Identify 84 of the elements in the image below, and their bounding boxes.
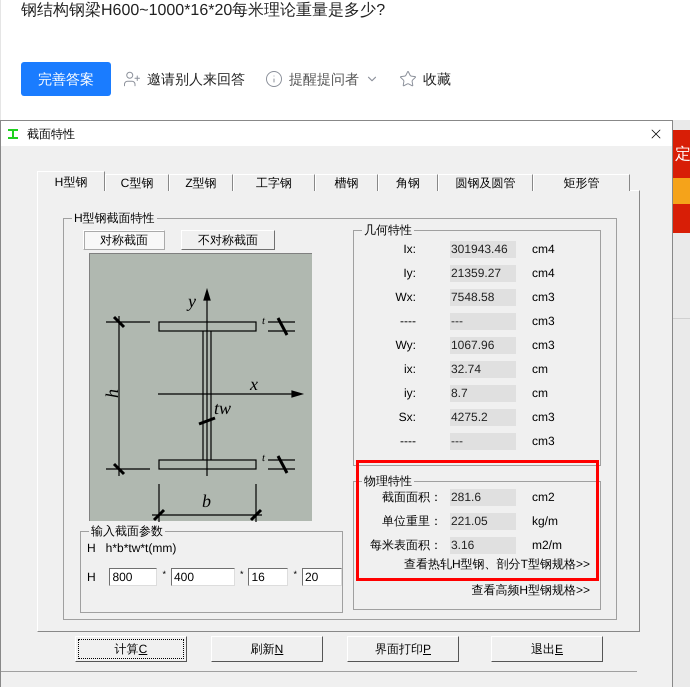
- answer-button[interactable]: 完善答案: [21, 62, 111, 96]
- spec-link[interactable]: 查看高频H型钢规格>>: [471, 581, 590, 599]
- property-unit: cm3: [532, 433, 555, 450]
- group-title: 输入截面参数: [89, 523, 165, 539]
- property-value: 4275.2: [450, 408, 516, 426]
- tab[interactable]: 工字钢: [233, 174, 315, 191]
- property-unit: cm3: [532, 313, 555, 330]
- dimension-input[interactable]: 400: [170, 568, 235, 586]
- tab[interactable]: C型钢: [105, 174, 169, 191]
- property-label: Wx:: [394, 289, 417, 306]
- tab[interactable]: 角钢: [378, 174, 438, 191]
- property-label: ----: [399, 433, 417, 450]
- property-unit: cm3: [532, 289, 555, 306]
- tab[interactable]: 槽钢: [315, 174, 378, 191]
- property-label: Sx:: [398, 409, 417, 426]
- height-label: h: [102, 389, 122, 398]
- tab[interactable]: Z型钢: [169, 174, 233, 191]
- property-label: Ix:: [402, 241, 417, 258]
- user-plus-icon: [123, 70, 141, 88]
- row-label: H: [87, 569, 97, 586]
- property-unit: cm: [532, 361, 548, 378]
- property-value: 301943.46: [450, 240, 516, 258]
- flange-thickness-label: t: [262, 452, 266, 464]
- dialog-button[interactable]: 界面打印P: [347, 636, 459, 662]
- times-sign: *: [240, 568, 244, 581]
- property-unit: cm2: [532, 489, 555, 506]
- tab[interactable]: H型钢: [37, 171, 105, 191]
- dialog-button[interactable]: 刷新N: [211, 636, 323, 662]
- tab[interactable]: 圆钢及圆管: [438, 174, 533, 191]
- star-icon: [399, 70, 417, 88]
- property-value: 1067.96: [450, 336, 516, 354]
- property-value: 8.7: [450, 384, 516, 402]
- section-mode-button[interactable]: 不对称截面: [181, 230, 275, 250]
- favorite-button[interactable]: 收藏: [399, 68, 451, 90]
- property-value: 7548.58: [450, 288, 516, 306]
- profile-prefix: H: [87, 540, 96, 557]
- property-label: Wy:: [394, 337, 417, 354]
- property-unit: m2/m: [532, 537, 562, 554]
- banner-text: 定: [674, 146, 690, 164]
- property-unit: cm: [532, 385, 548, 402]
- property-value: 3.16: [450, 536, 516, 554]
- property-value: 221.05: [450, 512, 516, 530]
- web-thickness-label: tw: [214, 398, 232, 418]
- dialog-button[interactable]: 退出 E: [491, 636, 603, 662]
- property-label: 单位重里：: [381, 513, 443, 530]
- format-hint: h*b*tw*t(mm): [106, 540, 176, 557]
- times-sign: *: [162, 568, 166, 581]
- dialog-button[interactable]: 计算C: [75, 636, 187, 662]
- property-value: ---: [450, 432, 516, 450]
- property-label: Iy:: [402, 265, 417, 282]
- property-unit: cm4: [532, 265, 555, 282]
- group-title: 几何特性: [362, 222, 414, 238]
- property-unit: cm3: [532, 409, 555, 426]
- flange-thickness-label: t: [262, 315, 266, 327]
- property-label: ----: [399, 313, 417, 330]
- remind-button[interactable]: 提醒提问者: [265, 68, 379, 90]
- dimension-input[interactable]: 800: [109, 568, 158, 586]
- property-value: 32.74: [450, 360, 516, 378]
- property-value: 21359.27: [450, 264, 516, 282]
- y-axis-label: y: [188, 291, 196, 311]
- group-title: 物理特性: [362, 473, 414, 489]
- section-mode-button[interactable]: 对称截面: [83, 230, 165, 250]
- question-title: 钢结构钢梁H600~1000*16*20每米理论重量是多少?: [21, 1, 386, 21]
- property-unit: cm4: [532, 241, 555, 258]
- property-label: 每米表面积：: [369, 537, 443, 554]
- property-unit: cm3: [532, 337, 555, 354]
- property-value: ---: [450, 312, 516, 330]
- spec-link[interactable]: 查看热轧H型钢、剖分T型钢规格>>: [404, 555, 590, 573]
- property-label: iy:: [403, 385, 417, 402]
- invite-button[interactable]: 邀请别人来回答: [123, 68, 245, 90]
- dialog-title: 截面特性: [27, 126, 75, 142]
- property-value: 281.6: [450, 488, 516, 506]
- group-title: H型钢截面特性: [72, 210, 157, 226]
- property-unit: kg/m: [532, 513, 558, 530]
- tab[interactable]: 矩形管: [533, 174, 630, 191]
- dimension-input[interactable]: 20: [302, 568, 342, 586]
- x-axis-label: x: [250, 374, 258, 394]
- width-label: b: [202, 491, 211, 511]
- property-label: ix:: [403, 361, 417, 378]
- times-sign: *: [293, 568, 297, 581]
- property-label: 截面面积：: [381, 489, 443, 506]
- i-beam-icon: [7, 128, 19, 140]
- info-icon: [265, 70, 283, 88]
- dimension-input[interactable]: 16: [248, 568, 288, 586]
